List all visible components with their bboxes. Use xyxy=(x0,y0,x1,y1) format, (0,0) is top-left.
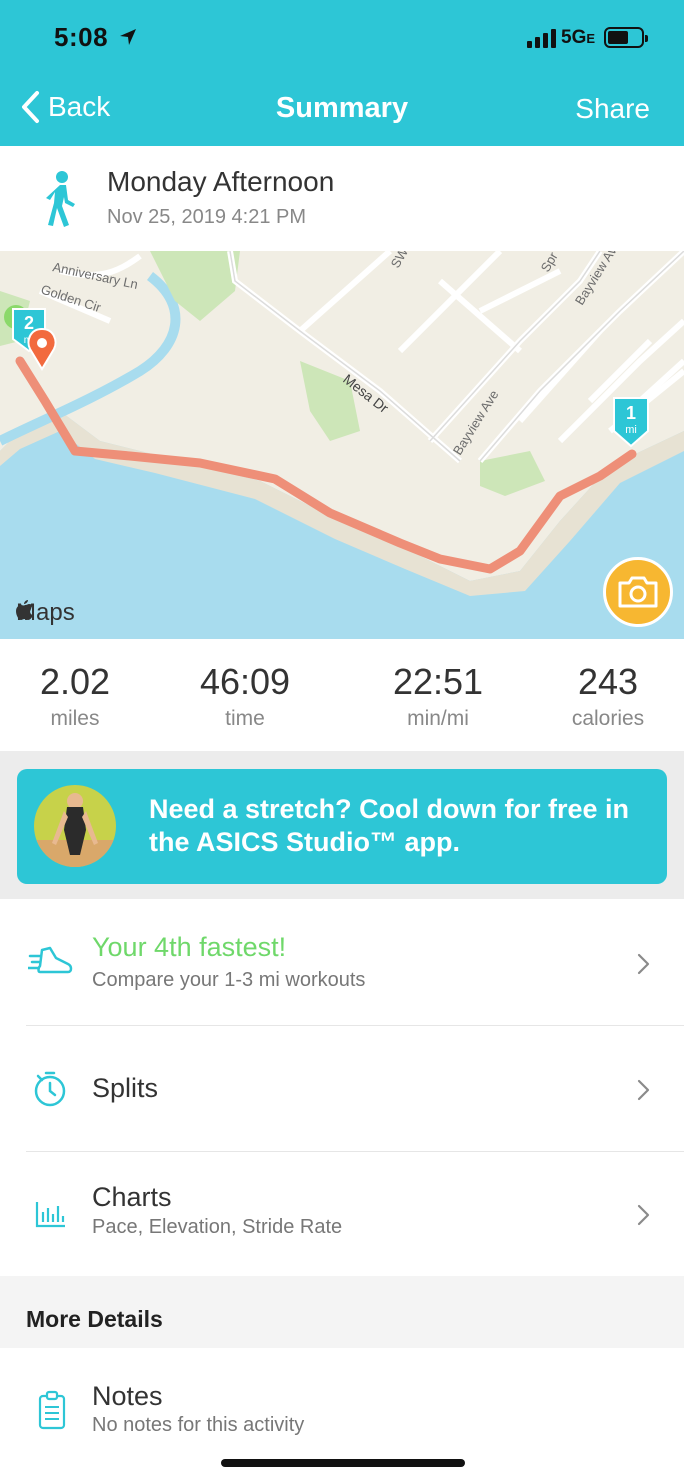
stat-label: time xyxy=(225,707,265,730)
route-map[interactable]: Anniversary Ln Golden Cir Mesa Dr Bayvie… xyxy=(0,251,684,639)
stat-distance: 2.02 miles xyxy=(0,661,155,731)
apple-logo-icon xyxy=(16,600,33,620)
asics-studio-banner[interactable]: Need a stretch? Cool down for free in th… xyxy=(17,769,667,884)
stat-label: min/mi xyxy=(407,707,469,730)
mile-marker-1: 1 mi xyxy=(613,397,649,448)
workout-stats: 2.02 miles 46:09 time 22:51 min/mi 243 c… xyxy=(0,639,684,751)
maps-credit: Maps xyxy=(16,599,75,626)
charts-row[interactable]: Charts Pace, Elevation, Stride Rate xyxy=(0,1152,684,1276)
stat-time: 46:09 time xyxy=(165,661,325,731)
street-label: Golden Cir xyxy=(39,282,103,316)
activity-title: Monday Afternoon xyxy=(107,166,335,197)
chevron-right-icon xyxy=(637,953,650,975)
signal-strength-icon xyxy=(527,28,556,48)
stat-calories: 243 calories xyxy=(528,661,684,731)
more-details-header: More Details xyxy=(0,1276,684,1348)
section-title: More Details xyxy=(26,1306,163,1332)
stopwatch-icon xyxy=(34,1071,66,1107)
share-button[interactable]: Share xyxy=(575,93,650,125)
running-shoe-icon xyxy=(28,946,73,974)
promo-text: Need a stretch? Cool down for free in th… xyxy=(149,794,630,857)
stat-label: calories xyxy=(571,707,645,730)
stat-value: 46:09 xyxy=(199,661,291,702)
charts-title: Charts xyxy=(92,1182,172,1212)
chevron-right-icon xyxy=(637,1204,650,1226)
bar-chart-icon xyxy=(35,1202,65,1228)
activity-date: Nov 25, 2019 4:21 PM xyxy=(107,206,307,228)
stat-value: 2.02 xyxy=(39,661,111,702)
location-arrow-icon xyxy=(120,29,136,45)
stat-label: miles xyxy=(50,707,100,730)
clipboard-icon xyxy=(38,1390,66,1430)
stat-pace: 22:51 min/mi xyxy=(358,661,518,731)
notes-title: Notes xyxy=(92,1381,163,1411)
top-bar: 5:08 5GE Back Summary Share xyxy=(0,0,684,146)
camera-icon xyxy=(618,576,658,608)
network-type: 5GE xyxy=(561,27,596,48)
activity-header: Monday Afternoon Nov 25, 2019 4:21 PM xyxy=(0,146,684,251)
add-photo-button[interactable] xyxy=(603,557,673,627)
svg-text:1: 1 xyxy=(626,403,636,423)
promo-section: Need a stretch? Cool down for free in th… xyxy=(0,751,684,899)
notes-subtitle: No notes for this activity xyxy=(92,1414,305,1436)
end-pin-icon xyxy=(27,327,57,371)
svg-text:mi: mi xyxy=(625,424,637,436)
fastest-comparison-row[interactable]: Your 4th fastest! Compare your 1-3 mi wo… xyxy=(0,900,684,1026)
charts-subtitle: Pace, Elevation, Stride Rate xyxy=(92,1216,343,1238)
chevron-right-icon xyxy=(637,1079,650,1101)
stat-value: 22:51 xyxy=(392,661,484,702)
walking-person-icon xyxy=(46,171,75,227)
map-canvas: Anniversary Ln Golden Cir Mesa Dr Bayvie… xyxy=(0,251,684,639)
stat-value: 243 xyxy=(577,661,639,702)
splits-title: Splits xyxy=(92,1073,159,1103)
fastest-subtitle: Compare your 1-3 mi workouts xyxy=(92,969,366,991)
splits-row[interactable]: Splits xyxy=(0,1026,684,1152)
svg-text:2: 2 xyxy=(24,313,34,333)
stretching-person-image xyxy=(34,785,116,867)
status-time: 5:08 xyxy=(54,22,109,52)
home-indicator[interactable] xyxy=(221,1459,465,1467)
battery-icon xyxy=(604,27,648,48)
fastest-title: Your 4th fastest! xyxy=(92,932,287,962)
